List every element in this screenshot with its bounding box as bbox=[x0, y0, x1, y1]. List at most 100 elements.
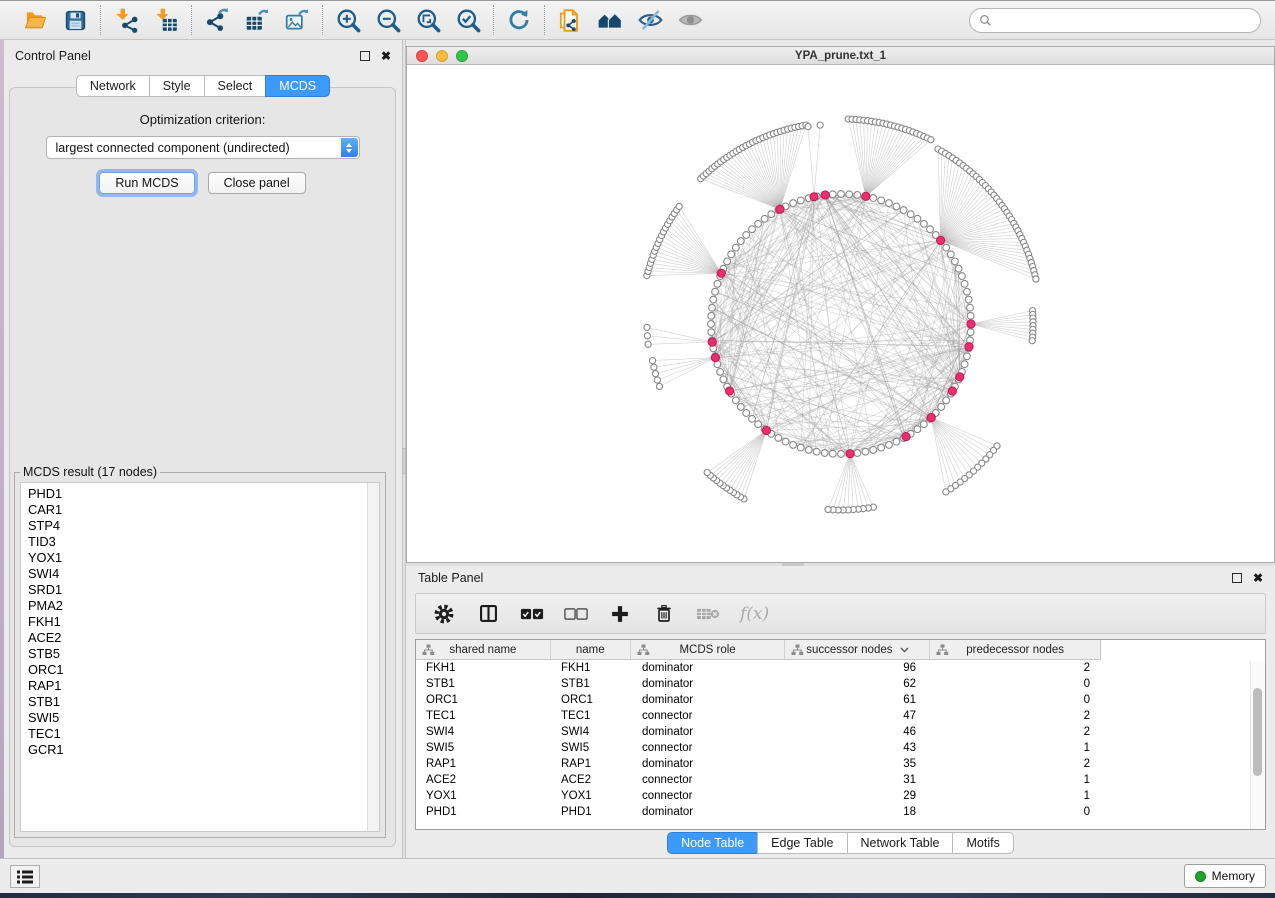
table-row[interactable]: ACE2ACE2connector311 bbox=[416, 772, 1265, 788]
graph-ring-node[interactable] bbox=[907, 211, 914, 218]
float-panel-icon[interactable] bbox=[360, 51, 370, 61]
graph-ring-node[interactable] bbox=[914, 215, 921, 222]
graph-leaf-node[interactable] bbox=[825, 506, 831, 512]
graph-ring-node[interactable] bbox=[938, 404, 945, 411]
graph-ring-node[interactable] bbox=[755, 421, 762, 428]
graph-hub-node[interactable] bbox=[927, 413, 935, 421]
memory-button[interactable]: Memory bbox=[1184, 864, 1266, 888]
deselect-all-button[interactable] bbox=[564, 602, 588, 626]
mcds-result-item[interactable]: STP4 bbox=[28, 518, 379, 534]
graph-leaf-node[interactable] bbox=[943, 489, 949, 495]
graph-hub-node[interactable] bbox=[776, 205, 784, 213]
graph-leaf-node[interactable] bbox=[656, 383, 662, 389]
export-image-button[interactable] bbox=[283, 6, 311, 34]
mcds-result-item[interactable]: PMA2 bbox=[28, 598, 379, 614]
table-row[interactable]: PHD1PHD1dominator180 bbox=[416, 804, 1265, 820]
column-header-shared-name[interactable]: shared name bbox=[416, 640, 551, 659]
graph-ring-node[interactable] bbox=[965, 296, 972, 303]
graph-hub-node[interactable] bbox=[937, 236, 945, 244]
table-row[interactable]: TEC1TEC1connector472 bbox=[416, 708, 1265, 724]
mcds-result-item[interactable]: TEC1 bbox=[28, 726, 379, 742]
graph-ring-node[interactable] bbox=[797, 197, 804, 204]
graph-leaf-node[interactable] bbox=[654, 377, 660, 383]
graph-hub-node[interactable] bbox=[846, 450, 854, 458]
graph-ring-node[interactable] bbox=[959, 273, 966, 280]
function-builder-button[interactable]: f(x) bbox=[740, 604, 769, 624]
graph-ring-node[interactable] bbox=[921, 220, 928, 227]
graph-ring-node[interactable] bbox=[728, 251, 735, 258]
add-column-button[interactable] bbox=[608, 602, 632, 626]
graph-leaf-node[interactable] bbox=[928, 137, 934, 143]
graph-ring-node[interactable] bbox=[768, 211, 775, 218]
graph-ring-node[interactable] bbox=[743, 410, 750, 417]
import-network-button[interactable] bbox=[112, 6, 140, 34]
graph-ring-node[interactable] bbox=[708, 321, 715, 328]
open-file-button[interactable] bbox=[21, 6, 49, 34]
tab-mcds[interactable]: MCDS bbox=[265, 75, 330, 97]
graph-ring-node[interactable] bbox=[961, 361, 968, 368]
mcds-result-item[interactable]: STB1 bbox=[28, 694, 379, 710]
close-panel-icon[interactable]: ✖ bbox=[1253, 573, 1263, 583]
tab-network[interactable]: Network bbox=[76, 75, 150, 97]
graph-hub-node[interactable] bbox=[717, 269, 725, 277]
tab-node-table[interactable]: Node Table bbox=[667, 832, 758, 854]
graph-hub-node[interactable] bbox=[862, 192, 870, 200]
graph-ring-node[interactable] bbox=[967, 329, 974, 336]
graph-leaf-node[interactable] bbox=[704, 470, 710, 476]
graph-ring-node[interactable] bbox=[829, 191, 836, 198]
tab-motifs[interactable]: Motifs bbox=[952, 832, 1013, 854]
save-session-button[interactable] bbox=[61, 6, 89, 34]
graph-ring-node[interactable] bbox=[749, 226, 756, 233]
optimization-criterion-select[interactable]: largest connected component (undirected) bbox=[46, 136, 360, 159]
graph-ring-node[interactable] bbox=[870, 195, 877, 202]
graph-hub-node[interactable] bbox=[810, 193, 818, 201]
graph-ring-node[interactable] bbox=[878, 197, 885, 204]
show-all-networks-button[interactable] bbox=[596, 6, 624, 34]
float-panel-icon[interactable] bbox=[1232, 573, 1242, 583]
graph-leaf-node[interactable] bbox=[644, 324, 650, 330]
graph-ring-node[interactable] bbox=[749, 415, 756, 422]
mcds-result-item[interactable]: ACE2 bbox=[28, 630, 379, 646]
mcds-result-item[interactable]: FKH1 bbox=[28, 614, 379, 630]
mcds-result-item[interactable]: SWI5 bbox=[28, 710, 379, 726]
graph-hub-node[interactable] bbox=[708, 338, 716, 346]
graph-ring-node[interactable] bbox=[943, 397, 950, 404]
graph-leaf-node[interactable] bbox=[676, 203, 682, 209]
tab-select[interactable]: Select bbox=[204, 75, 267, 97]
graph-leaf-node[interactable] bbox=[1033, 276, 1039, 282]
mcds-result-list[interactable]: PHD1CAR1STP4TID3YOX1SWI4SRD1PMA2FKH1ACE2… bbox=[20, 482, 380, 832]
graph-hub-node[interactable] bbox=[967, 320, 975, 328]
mcds-result-item[interactable]: CAR1 bbox=[28, 502, 379, 518]
tab-network-table[interactable]: Network Table bbox=[847, 832, 954, 854]
graph-ring-node[interactable] bbox=[732, 244, 739, 251]
graph-ring-node[interactable] bbox=[775, 435, 782, 442]
graph-leaf-node[interactable] bbox=[649, 358, 655, 364]
graph-ring-node[interactable] bbox=[838, 451, 845, 458]
hide-selected-button[interactable] bbox=[636, 6, 664, 34]
table-row[interactable]: SWI4SWI4dominator462 bbox=[416, 724, 1265, 740]
table-settings-button[interactable] bbox=[432, 602, 456, 626]
column-header-name[interactable]: name bbox=[551, 640, 631, 659]
import-table-button[interactable] bbox=[152, 6, 180, 34]
table-row[interactable]: SWI5SWI5connector431 bbox=[416, 740, 1265, 756]
graph-ring-node[interactable] bbox=[964, 288, 971, 295]
graph-ring-node[interactable] bbox=[921, 421, 928, 428]
show-hidden-button[interactable] bbox=[676, 6, 704, 34]
select-all-button[interactable] bbox=[520, 602, 544, 626]
graph-ring-node[interactable] bbox=[720, 376, 727, 383]
search-field[interactable] bbox=[969, 8, 1261, 33]
graph-ring-node[interactable] bbox=[878, 444, 885, 451]
graph-ring-node[interactable] bbox=[886, 442, 893, 449]
mcds-list-scrollbar[interactable] bbox=[367, 483, 379, 831]
table-row[interactable]: ORC1ORC1dominator610 bbox=[416, 692, 1265, 708]
graph-ring-node[interactable] bbox=[870, 447, 877, 454]
graph-ring-node[interactable] bbox=[724, 258, 731, 265]
graph-hub-node[interactable] bbox=[762, 426, 770, 434]
search-input[interactable] bbox=[997, 12, 1251, 28]
column-header-predecessor-nodes[interactable]: predecessor nodes bbox=[930, 640, 1100, 659]
graph-ring-node[interactable] bbox=[893, 203, 900, 210]
refresh-button[interactable] bbox=[505, 6, 533, 34]
table-row[interactable]: RAP1RAP1dominator352 bbox=[416, 756, 1265, 772]
graph-ring-node[interactable] bbox=[761, 215, 768, 222]
graph-hub-node[interactable] bbox=[956, 373, 964, 381]
